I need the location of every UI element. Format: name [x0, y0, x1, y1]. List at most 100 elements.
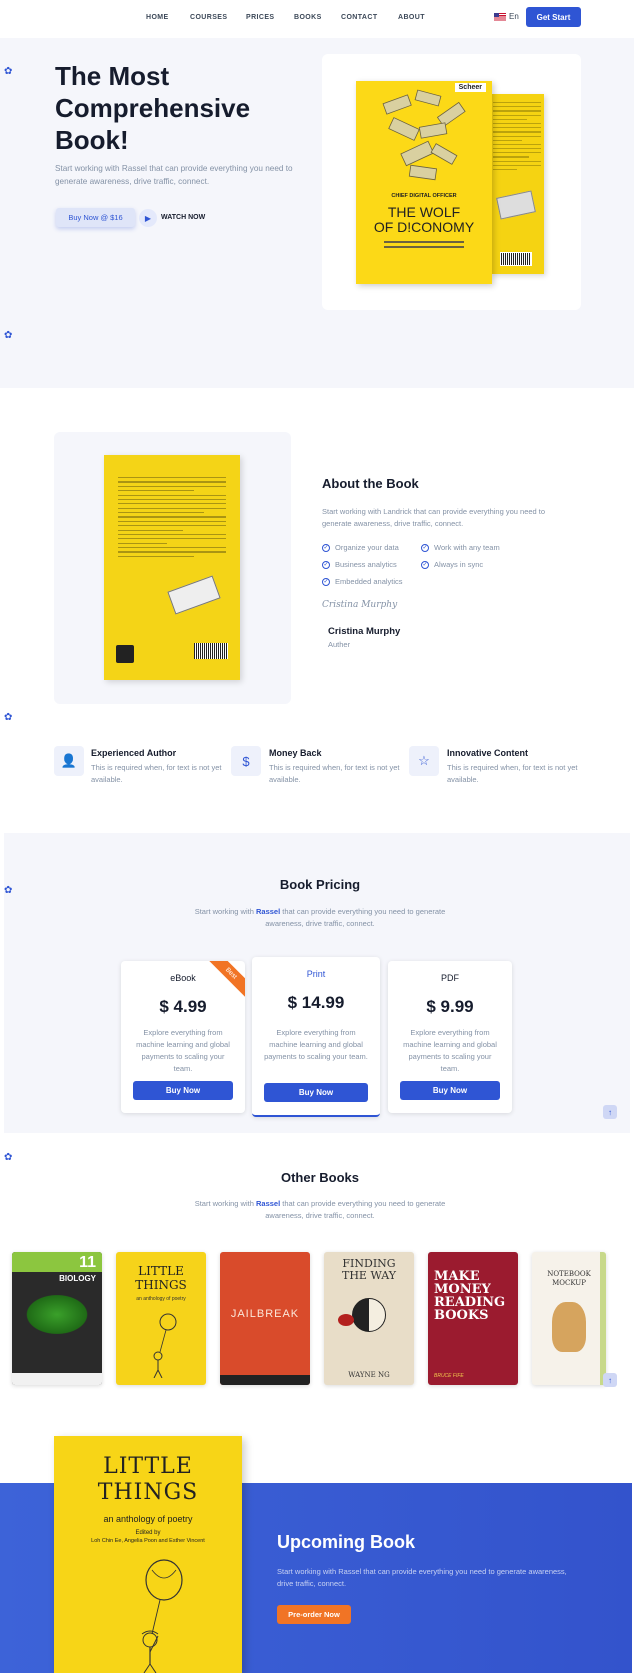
- barcode: [194, 643, 228, 659]
- nav-courses[interactable]: COURSES: [190, 14, 227, 21]
- book-title-line1: THE WOLF: [387, 204, 461, 220]
- highlight-title: Experienced Author: [91, 748, 177, 758]
- about-title: About the Book: [322, 476, 419, 491]
- book-cover-notebook-mockup[interactable]: NOTEBOOK MOCKUP: [532, 1252, 606, 1385]
- upcoming-book-subtitle: an anthology of poetry: [103, 1514, 193, 1524]
- nav-contact[interactable]: CONTACT: [341, 14, 378, 21]
- author-role: Auther: [328, 640, 351, 649]
- feature-item: ✓ Organize your data: [322, 543, 399, 552]
- book-title-line2: OF D!CONOMY: [373, 219, 475, 235]
- upcoming-book-edited: Edited by: [135, 1530, 161, 1536]
- navbar: HOME COURSES PRICES BOOKS CONTACT ABOUT …: [0, 0, 640, 38]
- check-icon: ✓: [322, 560, 330, 569]
- plan-name: Print: [306, 969, 326, 979]
- highlight-desc: This is required when, for text is not y…: [269, 763, 400, 784]
- book-subtitle: CHIEF DIGITAL OFFICER: [391, 193, 457, 199]
- pricing-card-pdf: PDF $ 9.99 Explore everything from machi…: [388, 961, 512, 1113]
- upcoming-description: Start working with Rassel that can provi…: [277, 1567, 567, 1588]
- subtitle-text: that can provide everything you need to …: [265, 907, 446, 928]
- back-cover-text: [493, 102, 541, 173]
- bird-illustration: [552, 1302, 586, 1352]
- buy-now-button[interactable]: Buy Now: [400, 1081, 500, 1100]
- nav-prices[interactable]: PRICES: [246, 14, 274, 21]
- buy-now-button[interactable]: Buy Now: [264, 1083, 368, 1102]
- subtitle-text: Start working with: [194, 907, 256, 916]
- boy-with-balloon-image: [141, 1559, 183, 1673]
- cover-author: WAYNE NG: [348, 1371, 390, 1379]
- cover-title: LITTLE THINGS: [135, 1264, 187, 1292]
- other-books-title: Other Books: [280, 1170, 359, 1185]
- cover-footer: [220, 1375, 310, 1385]
- check-icon: ✓: [421, 560, 429, 569]
- check-icon: ✓: [322, 577, 330, 586]
- cover-subtitle: an anthology of poetry: [136, 1296, 186, 1302]
- money-bundle-image: [167, 575, 221, 615]
- publisher-logo: [116, 645, 134, 663]
- plan-desc: Explore everything from machine learning…: [264, 1028, 368, 1061]
- check-icon: ✓: [322, 543, 330, 552]
- buy-now-button[interactable]: Buy Now @ $16: [56, 208, 135, 227]
- hero-book-back: [490, 94, 544, 274]
- cover-title: BIOLOGY: [59, 1274, 96, 1283]
- book-cover-finding-the-way[interactable]: FINDING THE WAY WAYNE NG: [324, 1252, 414, 1385]
- pricing-title: Book Pricing: [279, 877, 361, 892]
- plan-name: PDF: [441, 973, 459, 983]
- back-to-top-icon[interactable]: ↑: [603, 1105, 617, 1119]
- tagline-line: [384, 241, 464, 243]
- falling-money-image: [382, 89, 466, 181]
- blood-splash-image: [338, 1314, 354, 1326]
- highlight-title: Innovative Content: [447, 748, 529, 758]
- about-book-back-cover: [104, 455, 240, 680]
- pricing-card-print: Print $ 14.99 Explore everything from ma…: [252, 957, 380, 1117]
- cover-grade: 11: [79, 1254, 96, 1271]
- book-cover-little-things[interactable]: LITTLE THINGS an anthology of poetry: [116, 1252, 206, 1385]
- title-line2: THINGS: [97, 1480, 199, 1505]
- user-icon: 👤: [54, 746, 84, 776]
- book-cover-make-money[interactable]: MAKE MONEY READING BOOKS BRUCE FIFE: [428, 1252, 518, 1385]
- settings-gear-icon[interactable]: ✿: [4, 331, 14, 341]
- upcoming-title: Upcoming Book: [277, 1532, 415, 1552]
- get-start-button[interactable]: Get Start: [526, 7, 581, 27]
- book-cover-jailbreak[interactable]: JAILBREAK: [220, 1252, 310, 1385]
- cover-author: BRUCE FIFE: [434, 1373, 464, 1379]
- yin-yang-icon: [352, 1298, 386, 1332]
- hero-book-front: Scheer CHIEF DIGITAL OFFICER THE WOLF OF…: [356, 81, 492, 284]
- back-to-top-icon[interactable]: ↑: [603, 1373, 617, 1387]
- money-bundle-image: [496, 190, 536, 220]
- title-line1: LITTLE: [103, 1454, 193, 1479]
- nav-home[interactable]: HOME: [146, 14, 169, 21]
- pre-order-button[interactable]: Pre-order Now: [277, 1605, 351, 1624]
- plan-desc: Explore everything from machine learning…: [403, 1028, 497, 1073]
- brand-link[interactable]: Rassel: [256, 1199, 280, 1208]
- watch-now-link[interactable]: WATCH NOW: [161, 214, 205, 221]
- plan-desc: Explore everything from machine learning…: [136, 1028, 230, 1073]
- hero-description: Start working with Rassel that can provi…: [55, 164, 293, 186]
- highlight-desc: This is required when, for text is not y…: [91, 763, 222, 784]
- upcoming-book-cover: LITTLE THINGS an anthology of poetry Edi…: [54, 1436, 242, 1673]
- video-camera-icon[interactable]: ▶: [139, 209, 157, 227]
- feature-label: Work with any team: [434, 543, 500, 552]
- settings-gear-icon[interactable]: ✿: [4, 67, 14, 77]
- other-books-subtitle: Start working with Rassel that can provi…: [185, 1198, 455, 1222]
- us-flag-icon: [494, 12, 506, 21]
- bird-image: [22, 1292, 92, 1337]
- feature-label: Organize your data: [335, 543, 399, 552]
- settings-gear-icon[interactable]: ✿: [4, 713, 14, 723]
- feature-label: Business analytics: [335, 560, 397, 569]
- plan-price: $ 9.99: [426, 997, 474, 1016]
- brand-link[interactable]: Rassel: [256, 907, 280, 916]
- nav-books[interactable]: BOOKS: [294, 14, 322, 21]
- subtitle-text: Start working with: [194, 1199, 256, 1208]
- nav-about[interactable]: ABOUT: [398, 14, 425, 21]
- book-cover-biology[interactable]: 11 BIOLOGY: [12, 1252, 102, 1385]
- pricing-subtitle: Start working with Rassel that can provi…: [185, 906, 455, 930]
- hero-title: The Most Comprehensive Book!: [55, 61, 251, 155]
- plan-price: $ 14.99: [287, 993, 345, 1012]
- pricing-card-ebook: Best eBook $ 4.99 Explore everything fro…: [121, 961, 245, 1113]
- author-signature: Cristina Murphy: [322, 600, 398, 610]
- buy-now-button[interactable]: Buy Now: [133, 1081, 233, 1100]
- language-selector[interactable]: En: [494, 12, 519, 21]
- settings-gear-icon[interactable]: ✿: [4, 1153, 14, 1163]
- feature-label: Always in sync: [434, 560, 484, 569]
- cover-title: NOTEBOOK MOCKUP: [547, 1270, 591, 1287]
